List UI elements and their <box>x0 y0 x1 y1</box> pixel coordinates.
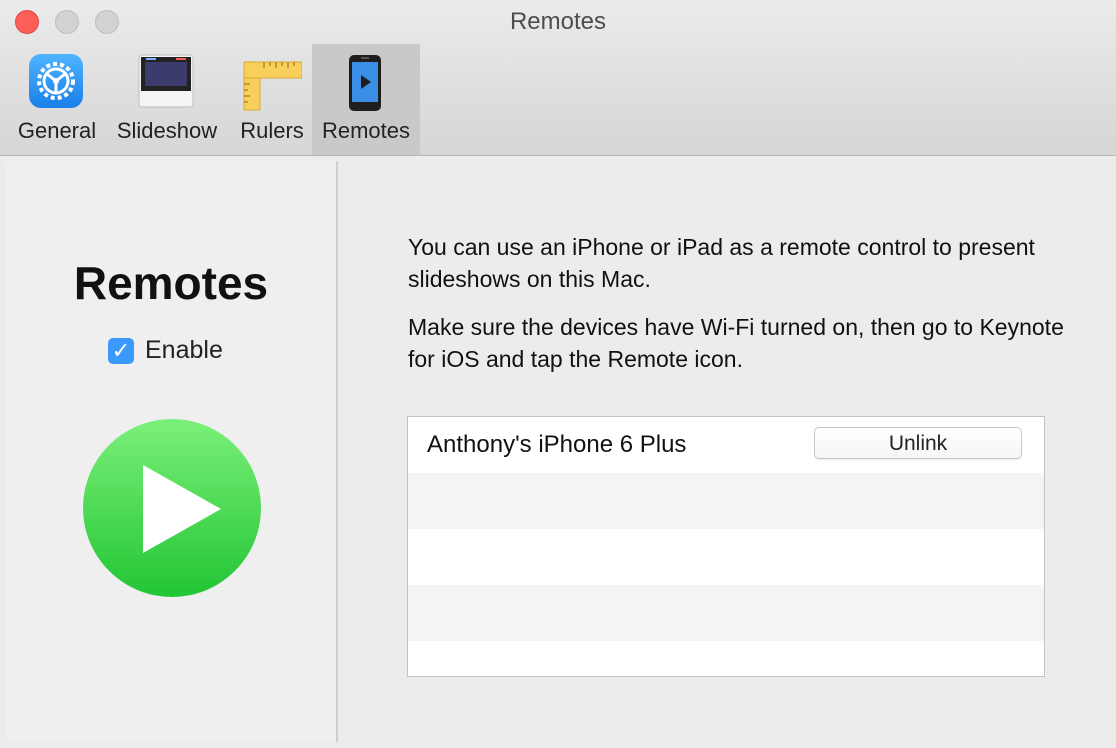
iphone-remote-icon <box>348 54 382 112</box>
ruler-icon <box>240 54 303 112</box>
tab-slideshow-label: Slideshow <box>116 118 218 143</box>
empty-row <box>408 529 1044 585</box>
tab-rulers-label: Rulers <box>240 118 304 143</box>
enable-checkbox[interactable]: ✓ <box>108 338 134 364</box>
tab-slideshow[interactable]: Slideshow <box>116 44 218 155</box>
title-bar: Remotes General Slideshow Rulers Remotes <box>0 0 1116 156</box>
tab-general[interactable]: General <box>14 44 100 155</box>
description-text-2: Make sure the devices have Wi-Fi turned … <box>408 314 1064 372</box>
preferences-window: Remotes General Slideshow Rulers Remotes… <box>0 0 1116 748</box>
gear-icon <box>29 54 83 108</box>
panel-heading: Remotes <box>73 257 269 309</box>
empty-row <box>408 585 1044 641</box>
remotes-sidebar: Remotes ✓ Enable <box>6 161 338 742</box>
empty-row <box>408 641 1044 676</box>
play-icon <box>83 419 261 597</box>
slideshow-icon <box>138 54 194 108</box>
device-name: Anthony's iPhone 6 Plus <box>427 431 687 458</box>
list-item[interactable]: Anthony's iPhone 6 Plus Unlink <box>408 417 1044 473</box>
tab-remotes-label: Remotes <box>321 118 411 143</box>
tab-remotes[interactable]: Remotes <box>312 44 420 155</box>
tab-rulers[interactable]: Rulers <box>236 44 308 155</box>
tab-general-label: General <box>17 118 97 143</box>
empty-row <box>408 473 1044 529</box>
device-list[interactable]: Anthony's iPhone 6 Plus Unlink <box>407 416 1045 677</box>
description-text-1: You can use an iPhone or iPad as a remot… <box>408 234 1035 292</box>
window-title: Remotes <box>509 8 607 35</box>
enable-label[interactable]: Enable <box>145 336 223 365</box>
unlink-button[interactable]: Unlink <box>814 427 1022 459</box>
